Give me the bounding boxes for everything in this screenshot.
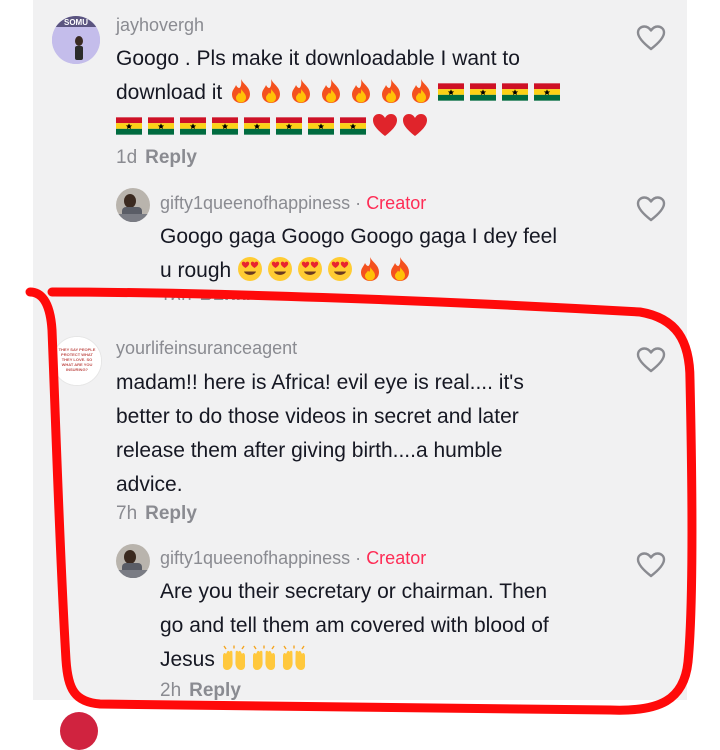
comment-line: u rough [160,254,620,288]
comment-text: Googo . Pls make it downloadable I want … [116,42,616,144]
ghana-flag-icon [148,117,174,135]
avatar[interactable] [116,188,150,222]
comment-line: release them after giving birth....a hum… [116,439,503,462]
comment-line: advice. [116,473,183,496]
username-line: gifty1queenofhappiness · Creator [160,193,426,214]
ghana-flag-icon [438,83,465,101]
next-avatar-peek [60,712,98,750]
fire-icon [232,79,251,103]
username[interactable]: gifty1queenofhappiness [160,193,350,213]
reply-button[interactable]: Reply [145,503,197,524]
separator-dot: · [355,548,362,568]
ghana-flag-icon [308,117,334,135]
creator-badge: Creator [366,548,427,568]
comment-meta: 16h Reply [160,289,251,300]
username-line: gifty1queenofhappiness · Creator [160,548,426,569]
red-heart-icon [373,114,397,136]
reply-button[interactable]: Reply [200,289,252,300]
comment-line-text: u rough [160,259,232,282]
comment-meta: 1d Reply [116,147,197,169]
reply-button[interactable]: Reply [189,680,241,701]
ghana-flag-icon [340,117,366,135]
emoji-row [237,257,417,282]
comment-line: madam!! here is Africa! evil eye is real… [116,371,524,394]
raising-hands-icon [222,645,245,670]
emoji-row [221,645,311,671]
heart-eyes-icon [238,257,263,281]
fire-icon [322,79,341,103]
comment-line: better to do those videos in secret and … [116,405,519,428]
avatar[interactable]: THEY SAY PEOPLE PROTECT WHAT THEY LOVE. … [52,336,102,386]
ghana-flag-icon [180,117,206,135]
comment-line: Are you their secretary or chairman. The… [160,580,548,603]
comment-meta: 2h Reply [160,680,241,702]
heart-eyes-icon [328,257,353,281]
ghana-flag-icon [470,83,497,101]
red-heart-icon [403,114,427,136]
like-heart-icon[interactable] [636,551,666,579]
fire-icon [382,79,401,103]
reply-button[interactable]: Reply [145,147,197,168]
fire-icon [391,257,410,281]
ghana-flag-icon [502,83,529,101]
timestamp: 1d [116,147,138,168]
avatar[interactable]: SOMU [52,16,100,64]
emoji-row [116,110,616,144]
username[interactable]: jayhovergh [116,15,204,36]
comment-line: Jesus [160,643,620,677]
fire-icon [352,79,371,103]
emoji-row [228,79,566,104]
comment-line-text: download it [116,81,223,104]
comment-line: download it [116,76,616,110]
creator-badge: Creator [366,193,427,213]
avatar-logo-text: SOMU [64,18,88,27]
ghana-flag-icon [534,83,561,101]
comment-text: Googo gaga Googo Googo gaga I dey feel u… [160,220,620,288]
comment-meta: 7h Reply [116,503,197,525]
comment-line: Googo . Pls make it downloadable I want … [116,47,520,70]
ghana-flag-icon [276,117,302,135]
fire-icon [262,79,281,103]
avatar[interactable] [116,544,150,578]
timestamp: 16h [160,289,192,300]
heart-eyes-icon [298,257,323,281]
raising-hands-icon [282,645,305,670]
like-heart-icon[interactable] [636,346,666,374]
comment-text: madam!! here is Africa! evil eye is real… [116,366,616,502]
comment-line-text: Jesus [160,648,215,671]
ghana-flag-icon [116,117,142,135]
like-heart-icon[interactable] [636,195,666,223]
fire-icon [292,79,311,103]
username[interactable]: yourlifeinsuranceagent [116,338,297,359]
timestamp: 2h [160,680,182,701]
raising-hands-icon [252,645,275,670]
comment-line: Googo gaga Googo Googo gaga I dey feel [160,225,557,248]
username[interactable]: gifty1queenofhappiness [160,548,350,568]
like-heart-icon[interactable] [636,24,666,52]
fire-icon [412,79,431,103]
ghana-flag-icon [212,117,238,135]
timestamp: 7h [116,503,138,524]
fire-icon [361,257,380,281]
separator-dot: · [355,193,362,213]
comment-text: Are you their secretary or chairman. The… [160,575,620,677]
comment-line: go and tell them am covered with blood o… [160,614,549,637]
avatar-text: THEY SAY PEOPLE PROTECT WHAT THEY LOVE. … [58,347,96,372]
heart-eyes-icon [268,257,293,281]
clipped-meta: 16h Reply [160,284,300,300]
ghana-flag-icon [244,117,270,135]
